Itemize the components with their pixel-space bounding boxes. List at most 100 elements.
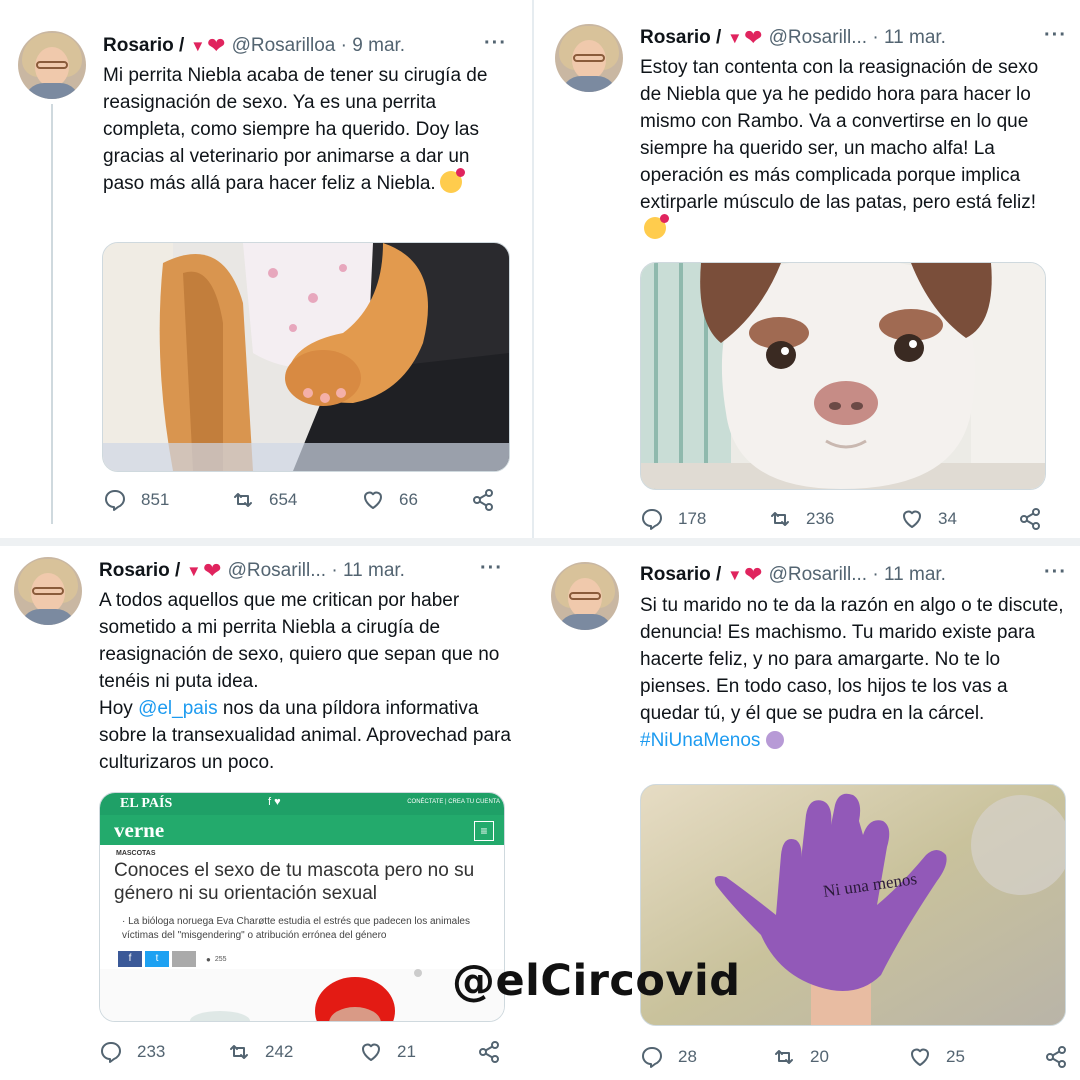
user-handle[interactable]: @Rosarill... (769, 27, 867, 48)
tweet-text: Mi perrita Niebla acaba de tener su ciru… (103, 62, 513, 197)
menu-icon[interactable]: ≡ (474, 821, 494, 841)
article-headline[interactable]: Conoces el sexo de tu mascota pero no su… (114, 859, 494, 905)
avatar[interactable] (555, 24, 623, 92)
like-count: 66 (399, 490, 418, 509)
retweet-count: 242 (265, 1042, 294, 1061)
like-heart-icon (364, 491, 382, 509)
elpais-masthead: EL PAÍS (120, 796, 173, 811)
share-button[interactable] (1044, 1045, 1080, 1069)
retweet-count: 20 (810, 1047, 829, 1066)
reply-icon (642, 1047, 662, 1068)
smiling-face-hearts-icon (644, 214, 669, 239)
share-button[interactable] (477, 1040, 515, 1064)
triangle-icon: ▼ (186, 563, 202, 580)
tweet-text-content: Mi perrita Niebla acaba de tener su ciru… (103, 65, 488, 194)
article-photo (100, 969, 504, 1021)
reply-count: 178 (678, 509, 707, 528)
display-name[interactable]: Rosario / (99, 560, 180, 581)
reply-count: 233 (137, 1042, 166, 1061)
tweet-header: Rosario / ▼❤ @Rosarill... · 11 mar. (640, 25, 946, 50)
triangle-icon: ▼ (727, 30, 743, 47)
tweet-date[interactable]: 9 mar. (352, 35, 405, 56)
share-button[interactable] (1018, 507, 1056, 531)
user-handle[interactable]: @Rosarill... (769, 564, 867, 585)
share-icon (473, 489, 493, 511)
tweet-header: Rosario / ▼❤ @Rosarill... · 11 mar. (99, 558, 405, 583)
share-button[interactable] (471, 488, 509, 512)
reply-count: 28 (678, 1047, 697, 1066)
reply-count: 851 (141, 490, 170, 509)
display-name[interactable]: Rosario / (640, 27, 721, 48)
tweet-actions: 851 654 66 (103, 488, 509, 512)
like-heart-icon (362, 1043, 380, 1061)
column-divider (532, 0, 534, 540)
like-count: 34 (938, 509, 957, 528)
account-links[interactable]: CONÉCTATE | CREA TU CUENTA (407, 799, 500, 805)
reply-button[interactable]: 851 (103, 488, 231, 512)
retweet-count: 654 (269, 490, 298, 509)
tweet-text: Si tu marido no te da la razón en algo o… (640, 592, 1070, 754)
verne-logo: verne (114, 818, 165, 842)
tweet-header: Rosario / ▼❤ @Rosarill... · 11 mar. (640, 562, 946, 587)
reply-icon (105, 490, 125, 511)
article-summary: · La bióloga noruega Eva Charøtte estudi… (122, 916, 470, 941)
article-topbar: EL PAÍS f ♥ CONÉCTATE | CREA TU CUENTA (100, 793, 504, 815)
thread-line (51, 104, 53, 524)
like-button[interactable]: 66 (361, 488, 471, 512)
retweet-button[interactable]: 242 (227, 1040, 359, 1064)
verne-bar: verne ≡ (100, 815, 504, 845)
reply-button[interactable]: 28 (640, 1045, 772, 1069)
like-button[interactable]: 34 (900, 507, 1018, 531)
retweet-icon (230, 1045, 248, 1059)
reply-button[interactable]: 233 (99, 1040, 227, 1064)
retweet-icon (775, 1050, 793, 1064)
tweet-date[interactable]: 11 mar. (343, 560, 405, 581)
reply-button[interactable]: 178 (640, 507, 768, 531)
like-heart-icon (903, 510, 921, 528)
retweet-count: 236 (806, 509, 835, 528)
reply-icon (101, 1042, 121, 1063)
tweet-actions: 178 236 34 (640, 507, 1056, 531)
like-count: 21 (397, 1042, 416, 1061)
retweet-icon (234, 493, 252, 507)
tweet-date[interactable]: 11 mar. (884, 564, 946, 585)
heart-emoji-icon: ❤ (744, 25, 763, 50)
more-options-icon[interactable]: ··· (480, 557, 503, 580)
tweet-image[interactable] (102, 242, 510, 472)
tweet-text-content: Si tu marido no te da la razón en algo o… (640, 595, 1064, 724)
dog-photo (641, 263, 1045, 489)
display-name[interactable]: Rosario / (640, 564, 721, 585)
retweet-button[interactable]: 236 (768, 507, 900, 531)
mention-link[interactable]: @el_pais (138, 698, 218, 719)
tweet-image[interactable] (640, 262, 1046, 490)
venus-icon (766, 731, 785, 749)
watermark: @elCircovid (452, 956, 741, 1006)
article-card[interactable]: EL PAÍS f ♥ CONÉCTATE | CREA TU CUENTA v… (99, 792, 505, 1022)
more-options-icon[interactable]: ··· (1044, 561, 1067, 584)
share-icon (479, 1041, 499, 1063)
triangle-icon: ▼ (727, 567, 743, 584)
retweet-icon (771, 512, 789, 526)
user-handle[interactable]: @Rosarilloa (232, 35, 336, 56)
tweet-date[interactable]: 11 mar. (884, 27, 946, 48)
avatar[interactable] (551, 562, 619, 630)
display-name[interactable]: Rosario / (103, 35, 184, 56)
tweet-header: Rosario / ▼❤ @Rosarilloa · 9 mar. (103, 33, 406, 58)
avatar[interactable] (14, 557, 82, 625)
retweet-button[interactable]: 654 (231, 488, 361, 512)
more-options-icon[interactable]: ··· (1044, 24, 1067, 47)
hashtag-link[interactable]: #NiUnaMenos (640, 730, 760, 751)
tweet-text: A todos aquellos que me critican por hab… (99, 587, 514, 776)
like-button[interactable]: 21 (359, 1040, 477, 1064)
like-heart-icon (911, 1048, 929, 1066)
cat-photo (103, 243, 509, 471)
more-options-icon[interactable]: ··· (484, 32, 507, 55)
user-handle[interactable]: @Rosarill... (228, 560, 326, 581)
like-button[interactable]: 25 (908, 1045, 1044, 1069)
reply-icon (642, 509, 662, 530)
tweet-text-content: Estoy tan contenta con la reasignación d… (640, 57, 1039, 213)
row-divider (0, 538, 1080, 546)
tweet-actions: 28 20 25 (640, 1045, 1080, 1069)
retweet-button[interactable]: 20 (772, 1045, 908, 1069)
avatar[interactable] (18, 31, 86, 99)
